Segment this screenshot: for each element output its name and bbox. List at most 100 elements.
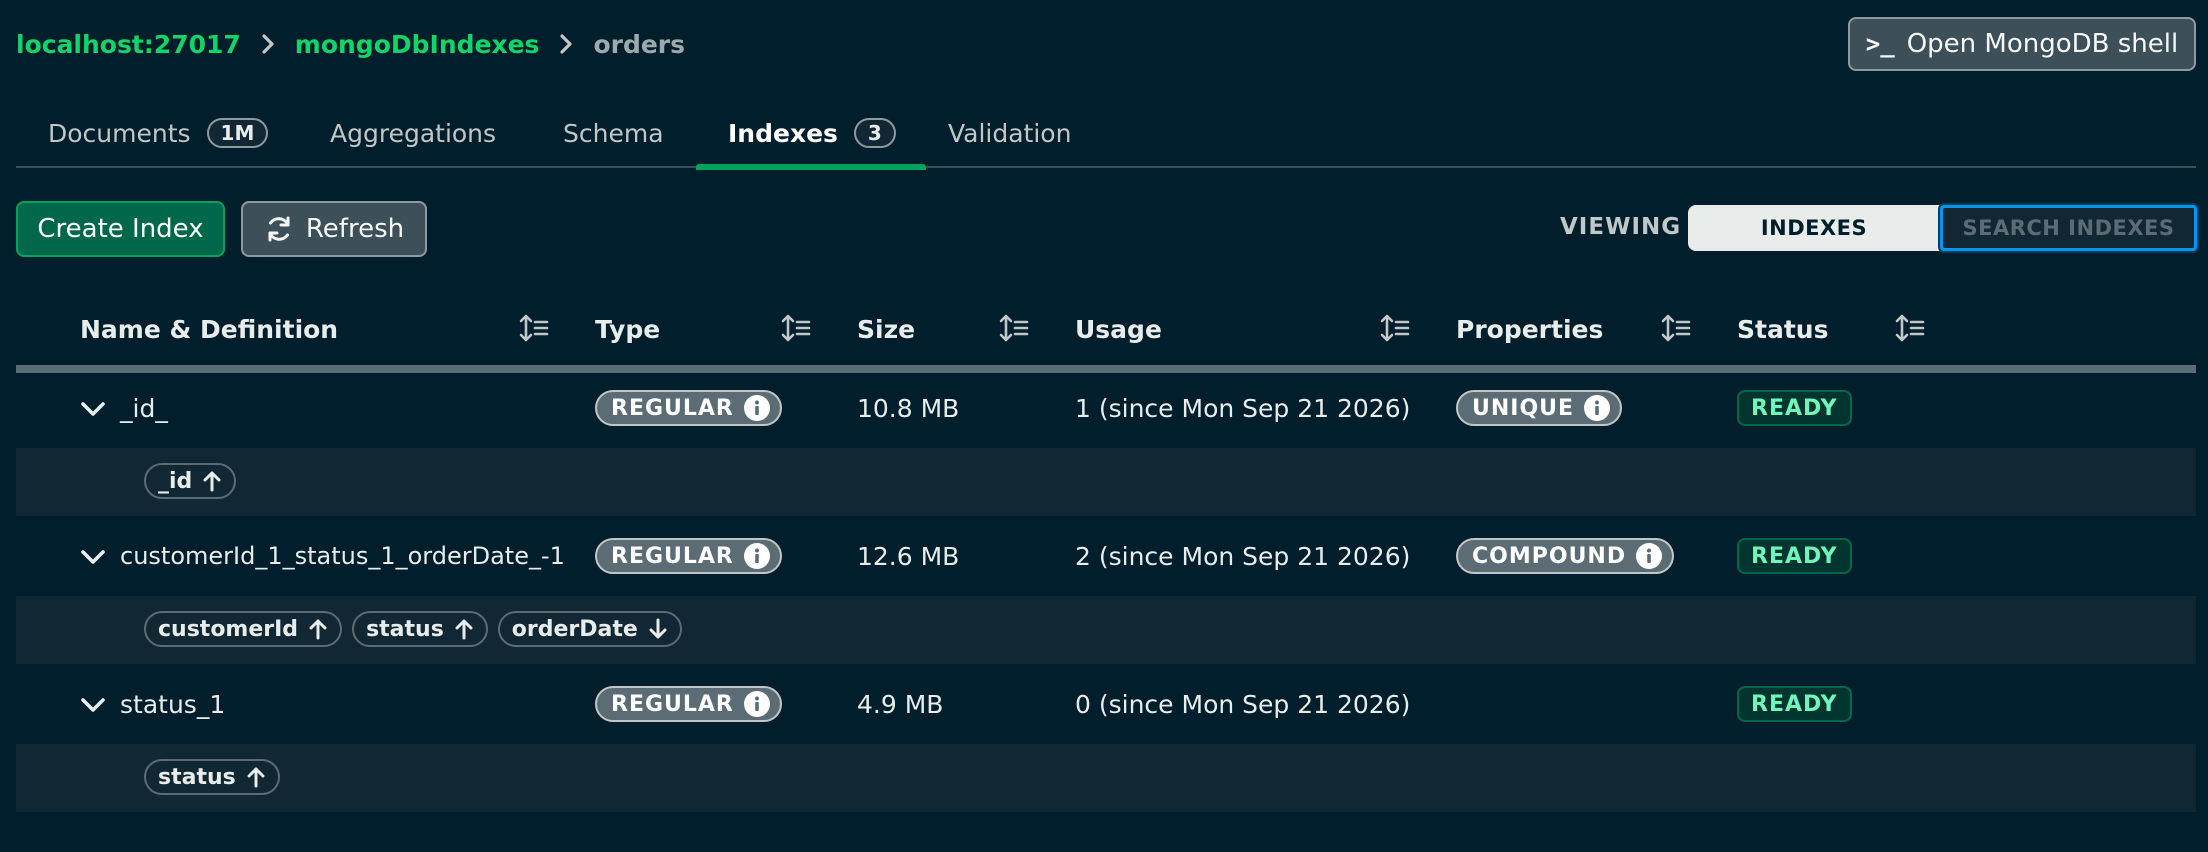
view-search-indexes-label: SEARCH INDEXES xyxy=(1962,216,2175,240)
arrow-up-icon xyxy=(247,767,265,788)
sort-icon[interactable] xyxy=(1660,312,1692,344)
property-badge: COMPOUND xyxy=(1456,538,1675,574)
tab-aggregations[interactable]: Aggregations xyxy=(330,98,496,168)
type-badge-label: REGULAR xyxy=(611,691,734,717)
index-key-field: status xyxy=(366,616,444,642)
open-shell-label: Open MongoDB shell xyxy=(1906,29,2179,59)
status-badge: READY xyxy=(1737,686,1852,722)
breadcrumb-database[interactable]: mongoDbIndexes xyxy=(295,30,540,59)
type-badge-label: REGULAR xyxy=(611,395,734,421)
index-type-cell: REGULAR xyxy=(595,519,782,593)
status-badge: READY xyxy=(1737,538,1852,574)
breadcrumb-host[interactable]: localhost:27017 xyxy=(16,30,241,59)
index-key-list: customerId status orderDate xyxy=(144,611,682,647)
info-icon[interactable] xyxy=(1584,395,1611,421)
sort-icon[interactable] xyxy=(1379,312,1411,344)
sort-icon[interactable] xyxy=(998,312,1030,344)
chevron-down-icon[interactable] xyxy=(78,542,108,572)
tab-schema[interactable]: Schema xyxy=(563,98,664,168)
table-row[interactable]: customerId_1_status_1_orderDate_-1 REGUL… xyxy=(16,519,2196,593)
create-index-button[interactable]: Create Index xyxy=(16,201,225,257)
index-key-field: _id xyxy=(158,468,193,494)
index-key-pill: status xyxy=(352,611,488,647)
index-usage: 0 (since Mon Sep 21 2026) xyxy=(1075,689,1411,719)
index-name: status_1 xyxy=(120,689,226,719)
view-indexes-toggle[interactable]: INDEXES xyxy=(1688,205,1940,251)
index-key-pill: status xyxy=(144,759,280,795)
property-badge-label: COMPOUND xyxy=(1472,543,1627,569)
tab-schema-label: Schema xyxy=(563,118,664,148)
tab-indexes-count: 3 xyxy=(853,118,896,148)
column-header-properties: Properties xyxy=(1456,314,1604,344)
index-name: customerId_1_status_1_orderDate_-1 xyxy=(120,542,565,570)
sort-icon[interactable] xyxy=(518,312,550,344)
tab-validation[interactable]: Validation xyxy=(948,98,1071,168)
view-search-indexes-toggle[interactable]: SEARCH INDEXES xyxy=(1940,205,2197,251)
open-shell-button[interactable]: >_ Open MongoDB shell xyxy=(1848,17,2196,71)
tab-documents-count: 1M xyxy=(206,118,269,148)
refresh-icon xyxy=(268,216,290,242)
index-table-header: Name & Definition Type Size Usage Proper… xyxy=(16,293,2196,373)
arrow-up-icon xyxy=(309,619,327,640)
arrow-up-icon xyxy=(203,471,221,492)
tab-documents[interactable]: Documents 1M xyxy=(48,98,269,168)
index-status-cell: READY xyxy=(1737,519,1852,593)
info-icon[interactable] xyxy=(1636,543,1663,569)
table-row[interactable]: _id_ REGULAR 10.8 MB 1 (since Mon Sep 21… xyxy=(16,371,2196,445)
sort-icon[interactable] xyxy=(780,312,812,344)
terminal-icon: >_ xyxy=(1865,30,1895,58)
info-icon[interactable] xyxy=(743,543,770,569)
arrow-up-icon xyxy=(455,619,473,640)
index-keys-row: _id xyxy=(16,448,2196,516)
index-status-cell: READY xyxy=(1737,371,1852,445)
tab-aggregations-label: Aggregations xyxy=(330,118,497,148)
tab-documents-label: Documents xyxy=(48,118,191,148)
index-status-cell: READY xyxy=(1737,667,1852,741)
chevron-down-icon[interactable] xyxy=(78,690,108,720)
tab-indexes[interactable]: Indexes 3 xyxy=(696,98,926,170)
viewing-label: VIEWING xyxy=(1560,214,1682,240)
tab-validation-label: Validation xyxy=(948,118,1072,148)
type-badge: REGULAR xyxy=(595,538,782,574)
refresh-button[interactable]: Refresh xyxy=(241,201,427,257)
breadcrumb-collection: orders xyxy=(593,29,686,59)
chevron-down-icon[interactable] xyxy=(78,394,108,424)
index-size: 4.9 MB xyxy=(857,689,944,719)
index-keys-row: customerId status orderDate xyxy=(16,596,2196,664)
chevron-right-icon xyxy=(262,34,274,54)
column-header-name: Name & Definition xyxy=(80,314,339,344)
index-key-field: status xyxy=(158,764,236,790)
index-keys-row: status xyxy=(16,744,2196,812)
index-name: _id_ xyxy=(120,393,168,423)
index-size: 10.8 MB xyxy=(857,393,960,423)
column-header-size: Size xyxy=(857,314,916,344)
type-badge: REGULAR xyxy=(595,390,782,426)
index-key-pill: _id xyxy=(144,463,237,499)
index-usage: 1 (since Mon Sep 21 2026) xyxy=(1075,393,1411,423)
breadcrumb: localhost:27017 mongoDbIndexes orders xyxy=(16,26,685,62)
type-badge-label: REGULAR xyxy=(611,543,734,569)
index-key-list: _id xyxy=(144,463,237,499)
index-type-cell: REGULAR xyxy=(595,667,782,741)
index-key-field: customerId xyxy=(158,616,299,642)
refresh-label: Refresh xyxy=(305,214,405,244)
create-index-label: Create Index xyxy=(37,214,204,244)
index-key-pill: customerId xyxy=(144,611,343,647)
index-type-cell: REGULAR xyxy=(595,371,782,445)
info-icon[interactable] xyxy=(743,691,770,717)
column-header-usage: Usage xyxy=(1075,314,1162,344)
index-size: 12.6 MB xyxy=(857,541,960,571)
chevron-right-icon xyxy=(560,34,573,54)
tab-indexes-label: Indexes xyxy=(728,118,838,148)
index-properties-cell: COMPOUND xyxy=(1456,519,1675,593)
index-key-list: status xyxy=(144,759,280,795)
arrow-down-icon xyxy=(649,618,667,639)
index-key-pill: orderDate xyxy=(497,611,682,647)
sort-icon[interactable] xyxy=(1894,312,1926,344)
collection-tabs: Documents 1M Aggregations Schema Indexes… xyxy=(16,98,2196,170)
table-row[interactable]: status_1 REGULAR 4.9 MB 0 (since Mon Sep… xyxy=(16,667,2196,741)
column-header-type: Type xyxy=(595,314,661,344)
status-badge: READY xyxy=(1737,390,1852,426)
column-header-status: Status xyxy=(1737,314,1829,344)
info-icon[interactable] xyxy=(743,395,770,421)
